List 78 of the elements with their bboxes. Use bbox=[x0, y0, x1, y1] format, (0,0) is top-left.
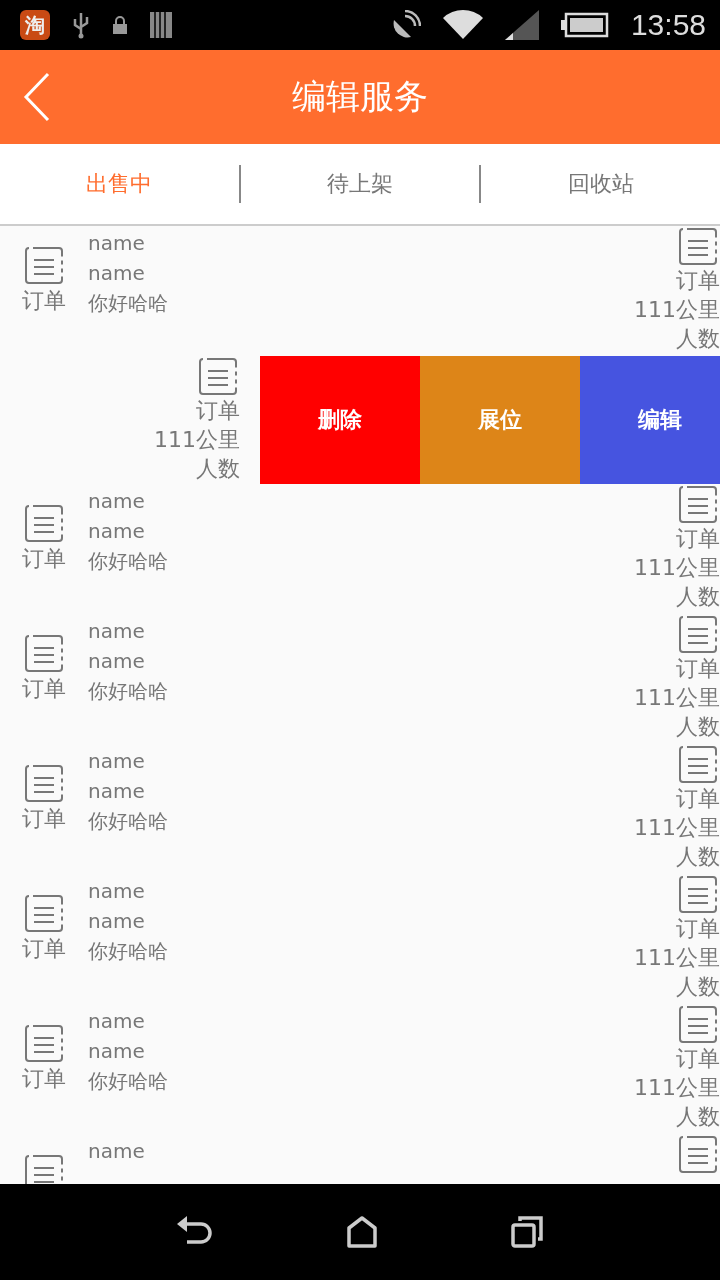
tab[interactable]: 待上架 bbox=[240, 169, 480, 199]
lock-icon bbox=[112, 15, 128, 35]
distance-text: 111公里 bbox=[634, 1074, 720, 1102]
name-text: name bbox=[88, 1008, 146, 1035]
order-label: 订单 bbox=[22, 1065, 66, 1093]
order-label: 订单 bbox=[22, 805, 66, 833]
people-label: 人数 bbox=[676, 325, 720, 353]
people-label: 人数 bbox=[676, 583, 720, 611]
name-text: name bbox=[88, 260, 146, 287]
description-text: 你好哈哈 bbox=[88, 1068, 168, 1095]
people-label: 人数 bbox=[196, 455, 240, 483]
notepad-icon bbox=[24, 1023, 64, 1063]
page-title: 编辑服务 bbox=[292, 75, 428, 118]
description-text: 你好哈哈 bbox=[88, 808, 168, 835]
order-label: 订单 bbox=[676, 1045, 720, 1073]
notepad-icon bbox=[678, 226, 718, 266]
clock-time: 13:58 bbox=[630, 8, 706, 42]
description-text: 你好哈哈 bbox=[88, 678, 168, 705]
wifi-icon bbox=[442, 10, 483, 40]
recents-icon[interactable] bbox=[511, 1216, 543, 1248]
order-label: 订单 bbox=[676, 915, 720, 943]
notepad-icon bbox=[24, 763, 64, 803]
signal-icon bbox=[504, 10, 539, 40]
notepad-icon bbox=[24, 893, 64, 933]
distance-text: 111公里 bbox=[634, 944, 720, 972]
people-label: 人数 bbox=[676, 843, 720, 871]
order-label: 订单 bbox=[22, 935, 66, 963]
notepad-icon bbox=[678, 1134, 718, 1174]
description-text: 你好哈哈 bbox=[88, 290, 168, 317]
people-label: 人数 bbox=[676, 713, 720, 741]
action-button[interactable]: 展位 bbox=[420, 356, 580, 484]
name-text: name bbox=[88, 518, 146, 545]
name-text: name bbox=[88, 230, 146, 257]
description-text: 你好哈哈 bbox=[88, 548, 168, 575]
usb-icon bbox=[72, 11, 90, 39]
order-label: 订单 bbox=[676, 267, 720, 295]
name-text: name bbox=[88, 748, 146, 775]
barcode-icon bbox=[150, 12, 172, 38]
order-label: 订单 bbox=[22, 545, 66, 573]
name-text: name bbox=[88, 778, 146, 805]
description-text: 你好哈哈 bbox=[88, 938, 168, 965]
app-badge: 淘 bbox=[20, 10, 50, 40]
name-text: name bbox=[88, 1138, 145, 1165]
distance-text: 111公里 bbox=[154, 426, 240, 454]
notepad-icon bbox=[198, 356, 238, 396]
action-button[interactable]: 删除 bbox=[260, 356, 420, 484]
distance-text: 111公里 bbox=[634, 296, 720, 324]
tab[interactable]: 出售中 bbox=[0, 169, 239, 199]
home-icon[interactable] bbox=[347, 1216, 377, 1248]
name-text: name bbox=[88, 878, 146, 905]
name-text: name bbox=[88, 1038, 146, 1065]
name-text: name bbox=[88, 488, 146, 515]
notepad-icon bbox=[24, 245, 64, 285]
people-label: 人数 bbox=[676, 973, 720, 1001]
notepad-icon bbox=[24, 1153, 64, 1184]
order-label: 订单 bbox=[676, 785, 720, 813]
notepad-icon bbox=[678, 874, 718, 914]
distance-text: 111公里 bbox=[634, 554, 720, 582]
notepad-icon bbox=[678, 744, 718, 784]
order-label: 订单 bbox=[22, 287, 66, 315]
notepad-icon bbox=[678, 614, 718, 654]
distance-text: 111公里 bbox=[634, 814, 720, 842]
notepad-icon bbox=[24, 503, 64, 543]
tab[interactable]: 回收站 bbox=[481, 169, 720, 199]
people-label: 人数 bbox=[676, 1103, 720, 1131]
notepad-icon bbox=[678, 1004, 718, 1044]
name-text: name bbox=[88, 618, 146, 645]
action-button[interactable]: 编辑 bbox=[580, 356, 720, 484]
name-text: name bbox=[88, 908, 146, 935]
order-label: 订单 bbox=[676, 525, 720, 553]
notepad-icon bbox=[24, 633, 64, 673]
order-label: 订单 bbox=[196, 397, 240, 425]
order-label: 订单 bbox=[676, 655, 720, 683]
distance-text: 111公里 bbox=[634, 684, 720, 712]
notepad-icon bbox=[678, 484, 718, 524]
order-label: 订单 bbox=[22, 675, 66, 703]
battery-icon bbox=[560, 12, 609, 38]
name-text: name bbox=[88, 648, 146, 675]
